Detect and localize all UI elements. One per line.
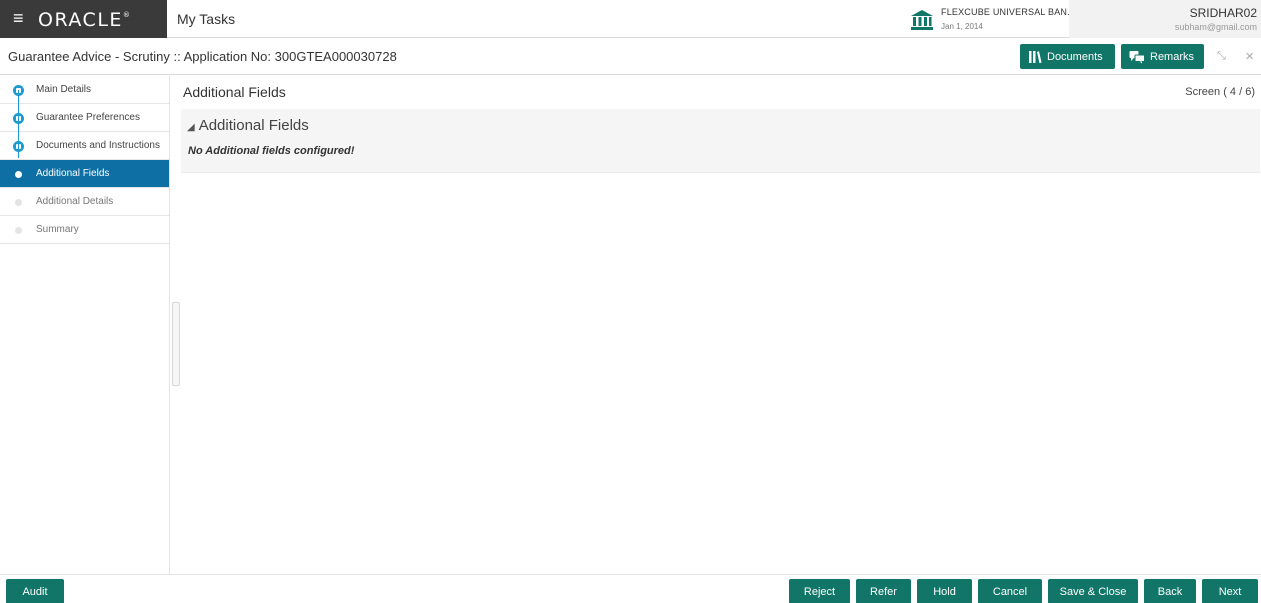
step-label: Documents and Instructions — [36, 140, 160, 151]
documents-button[interactable]: Documents — [1020, 44, 1115, 69]
step-pending-icon — [15, 227, 22, 234]
step-main-details[interactable]: Main Details — [0, 76, 169, 104]
user-name: SRIDHAR02 — [1189, 6, 1257, 20]
my-tasks-title: My Tasks — [177, 11, 236, 27]
additional-fields-section: ◢ Additional Fields No Additional fields … — [181, 109, 1260, 173]
collapse-triangle-icon: ◢ — [187, 122, 195, 133]
oracle-logo: ORACLE® — [38, 9, 132, 31]
step-current-icon — [15, 171, 22, 178]
step-navigation: Main Details Guarantee Preferences Docum… — [0, 76, 170, 574]
remarks-icon — [1129, 50, 1145, 63]
user-email: subham@gmail.com — [1174, 22, 1257, 32]
hold-button[interactable]: Hold — [917, 579, 972, 603]
cancel-button[interactable]: Cancel — [978, 579, 1042, 603]
close-icon[interactable]: ✕ — [1245, 50, 1254, 63]
sidebar-resize-handle[interactable] — [172, 302, 180, 386]
save-close-button[interactable]: Save & Close — [1048, 579, 1138, 603]
audit-button[interactable]: Audit — [6, 579, 64, 603]
top-bar: ≡ ORACLE® My Tasks FLEXCUBE UNIVERSAL BA… — [0, 0, 1261, 38]
step-documents-and-instructions[interactable]: Documents and Instructions — [0, 132, 169, 160]
action-footer: Audit Reject Refer Hold Cancel Save & Cl… — [0, 574, 1261, 603]
section-heading: Additional Fields — [198, 117, 309, 134]
bank-date: Jan 1, 2014 — [941, 22, 983, 31]
step-label: Additional Fields — [36, 168, 110, 179]
step-label: Summary — [36, 224, 79, 235]
minimize-icon[interactable]: ⤡ — [1217, 50, 1226, 63]
step-progress-line — [18, 90, 19, 158]
step-pending-icon — [15, 199, 22, 206]
bank-icon — [911, 10, 933, 30]
step-summary[interactable]: Summary — [0, 216, 169, 244]
bank-selector[interactable]: FLEXCUBE UNIVERSAL BAN... Jan 1, 2014 — [906, 3, 1075, 35]
brand-area: ≡ ORACLE® — [0, 0, 167, 38]
step-label: Additional Details — [36, 196, 114, 207]
step-label: Guarantee Preferences — [36, 112, 140, 123]
bank-name: FLEXCUBE UNIVERSAL BAN... — [941, 7, 1076, 17]
screen-indicator: Screen ( 4 / 6) — [1185, 86, 1255, 98]
remarks-button[interactable]: Remarks — [1121, 44, 1204, 69]
next-button[interactable]: Next — [1202, 579, 1258, 603]
refer-button[interactable]: Refer — [856, 579, 911, 603]
step-guarantee-preferences[interactable]: Guarantee Preferences — [0, 104, 169, 132]
step-label: Main Details — [36, 84, 92, 95]
back-button[interactable]: Back — [1144, 579, 1196, 603]
documents-icon — [1029, 50, 1042, 63]
application-title: Guarantee Advice - Scrutiny :: Applicati… — [8, 49, 397, 64]
app-window: ≡ ORACLE® My Tasks FLEXCUBE UNIVERSAL BA… — [0, 0, 1261, 603]
empty-message: No Additional fields configured! — [188, 145, 355, 157]
section-toggle[interactable]: ◢ Additional Fields — [187, 117, 309, 134]
step-additional-fields[interactable]: Additional Fields — [0, 160, 169, 188]
user-menu[interactable]: SRIDHAR02 subham@gmail.com — [1069, 0, 1261, 38]
page-title: Additional Fields — [183, 84, 286, 100]
task-header: Guarantee Advice - Scrutiny :: Applicati… — [0, 38, 1261, 75]
documents-label: Documents — [1047, 50, 1103, 63]
remarks-label: Remarks — [1150, 50, 1195, 63]
reject-button[interactable]: Reject — [789, 579, 850, 603]
step-additional-details[interactable]: Additional Details — [0, 188, 169, 216]
hamburger-icon[interactable]: ≡ — [13, 9, 24, 27]
